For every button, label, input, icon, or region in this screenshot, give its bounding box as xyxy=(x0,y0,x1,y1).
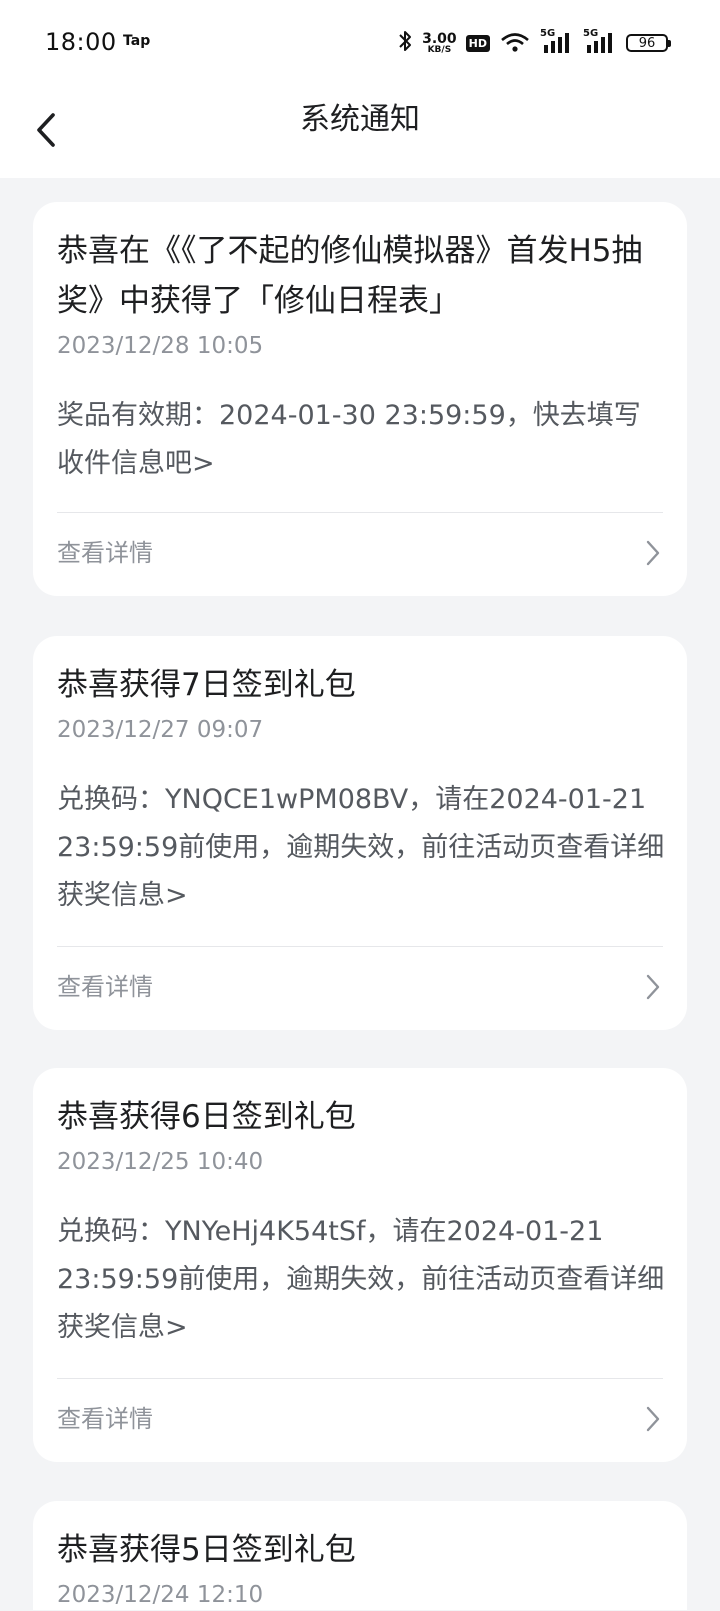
notification-title: 恭喜获得5日签到礼包 xyxy=(57,1532,356,1568)
signal-icon: 5G xyxy=(540,28,574,55)
wifi-icon xyxy=(499,29,531,57)
view-details-row[interactable]: 查看详情 xyxy=(33,947,687,1027)
status-time: 18:00 xyxy=(45,28,117,56)
chevron-left-icon xyxy=(37,113,55,147)
page-title: 系统通知 xyxy=(300,102,420,137)
network-speed: 3.00 KB/S xyxy=(422,30,457,55)
hd-icon: HD xyxy=(465,34,490,52)
bluetooth-icon xyxy=(397,29,413,57)
view-details-label: 查看详情 xyxy=(57,1405,153,1433)
chevron-right-icon xyxy=(646,974,660,1000)
battery-level: 96 xyxy=(638,35,656,51)
notification-time: 2023/12/24 12:10 xyxy=(57,1582,264,1608)
notification-title: 恭喜在《《了不起的修仙模拟器》首发H5抽奖》中获得了「修仙日程表」 xyxy=(57,233,643,319)
notification-body[interactable]: 兑换码：YNYeHj4K54tSf，请在2024-01-21 23:59:59前… xyxy=(57,1208,667,1352)
notification-time: 2023/12/27 09:07 xyxy=(57,717,264,743)
battery-icon: 96 xyxy=(626,34,671,52)
notification-card[interactable]: 恭喜获得6日签到礼包 2023/12/25 10:40 兑换码：YNYeHj4K… xyxy=(33,1068,687,1462)
notification-body[interactable]: 奖品有效期：2024-01-30 23:59:59，快去填写收件信息吧> xyxy=(57,392,667,488)
view-details-row[interactable]: 查看详情 xyxy=(33,513,687,593)
notification-card[interactable]: 恭喜获得7日签到礼包 2023/12/27 09:07 兑换码：YNQCE1wP… xyxy=(33,636,687,1030)
notification-time: 2023/12/25 10:40 xyxy=(57,1149,264,1175)
notification-time: 2023/12/28 10:05 xyxy=(57,333,264,359)
notification-card[interactable]: 恭喜获得5日签到礼包 2023/12/24 12:10 xyxy=(33,1501,687,1610)
app-indicator: Tap xyxy=(123,33,151,49)
notification-card[interactable]: 恭喜在《《了不起的修仙模拟器》首发H5抽奖》中获得了「修仙日程表」 2023/1… xyxy=(33,202,687,596)
chevron-right-icon xyxy=(646,1406,660,1432)
notification-body[interactable]: 兑换码：YNQCE1wPM08BV，请在2024-01-21 23:59:59前… xyxy=(57,776,667,920)
notification-title: 恭喜获得6日签到礼包 xyxy=(57,1099,356,1135)
navigation-bar: 系统通知 xyxy=(0,86,720,178)
notification-title: 恭喜获得7日签到礼包 xyxy=(57,667,356,703)
view-details-row[interactable]: 查看详情 xyxy=(33,1379,687,1459)
status-bar: 18:00 Tap 3.00 KB/S HD 5G 5G 96 xyxy=(0,0,720,86)
view-details-label: 查看详情 xyxy=(57,973,153,1001)
chevron-right-icon xyxy=(646,540,660,566)
status-icons: 3.00 KB/S HD 5G 5G 96 xyxy=(397,27,671,59)
view-details-label: 查看详情 xyxy=(57,539,153,567)
signal-icon: 5G xyxy=(583,28,617,55)
back-button[interactable] xyxy=(26,102,66,158)
